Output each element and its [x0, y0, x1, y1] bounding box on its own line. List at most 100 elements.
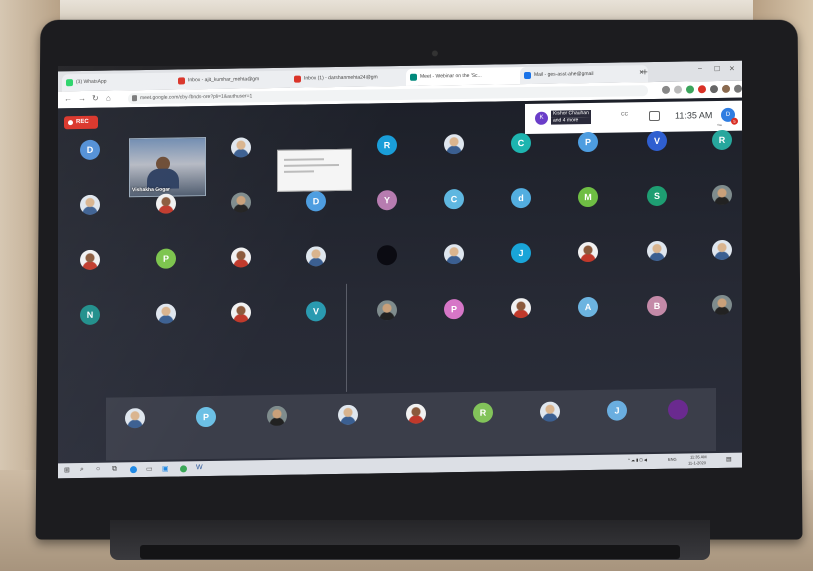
- minimize-icon[interactable]: –: [698, 65, 702, 72]
- participant-tile[interactable]: [156, 303, 176, 324]
- edge-icon[interactable]: [130, 466, 137, 474]
- address-bar-url: meet.google.com/cby-fbnds-ore?pli=1&auth…: [140, 93, 253, 102]
- screen-share-thumbnail[interactable]: [277, 148, 352, 192]
- cortana-icon[interactable]: ○: [96, 466, 100, 473]
- extension-icon[interactable]: [710, 85, 718, 94]
- participant-tile[interactable]: N: [80, 304, 100, 326]
- tab-mail[interactable]: Mail - ges-asst-ahe@gmail ✕: [520, 65, 648, 85]
- participant-tile[interactable]: [231, 192, 251, 213]
- close-window-icon[interactable]: ✕: [729, 65, 735, 73]
- participant-tile[interactable]: P: [444, 298, 464, 320]
- participant-tile[interactable]: Y: [377, 190, 397, 211]
- participants-more: and 4 more: [551, 117, 591, 125]
- participant-tile[interactable]: D: [306, 191, 326, 212]
- share-text-line: [284, 170, 314, 173]
- participant-tile[interactable]: [712, 294, 732, 316]
- participant-initial: D: [312, 196, 320, 207]
- participant-initial: R: [383, 140, 391, 151]
- participant-tile[interactable]: [80, 249, 100, 271]
- participant-initial: P: [162, 253, 169, 264]
- laptop-screen: (3) WhatsApp ✕ Inbox - ajit_kumhar_mehta…: [58, 60, 742, 479]
- maximize-icon[interactable]: ☐: [714, 65, 720, 73]
- participant-tile[interactable]: R: [712, 129, 732, 151]
- file-explorer-icon[interactable]: ▭: [146, 465, 153, 473]
- notification-icon[interactable]: ▤: [726, 456, 732, 463]
- participant-tile[interactable]: [511, 297, 531, 319]
- new-tab-button[interactable]: +: [642, 66, 648, 80]
- participant-tile[interactable]: C: [444, 188, 464, 210]
- participant-avatar[interactable]: K: [535, 111, 548, 125]
- participant-tile[interactable]: [712, 184, 732, 206]
- profile-icon[interactable]: [722, 84, 730, 93]
- participant-tile[interactable]: [712, 239, 732, 261]
- meet-icon: [410, 73, 417, 81]
- captions-icon[interactable]: CC: [621, 111, 628, 117]
- participant-tile[interactable]: [444, 133, 464, 155]
- participant-tile[interactable]: A: [578, 296, 598, 318]
- participant-initial: R: [718, 134, 726, 145]
- tab-label: Meet - Webinar on the 'Sc...: [420, 72, 482, 80]
- tab-label: Mail - ges-asst-ahe@gmail: [534, 70, 594, 78]
- taskbar-time[interactable]: 11:35 AM: [690, 454, 707, 459]
- participant-initial: B: [653, 300, 661, 312]
- participant-tile[interactable]: [80, 194, 100, 216]
- tray-icons[interactable]: ^ ☁ ▮ ⊡ ◀: [628, 457, 647, 462]
- participant-tile[interactable]: V: [647, 130, 667, 152]
- participant-initial: M: [584, 191, 592, 203]
- participants-summary[interactable]: Kishor Chauhan and 4 more: [551, 110, 591, 125]
- chat-icon[interactable]: [649, 110, 660, 122]
- participant-tile[interactable]: P: [156, 248, 176, 269]
- gmail-icon: [178, 77, 185, 85]
- participant-tile[interactable]: [377, 300, 397, 321]
- participant-tile[interactable]: [444, 243, 464, 265]
- participant-tile[interactable]: V: [306, 301, 326, 322]
- participant-tile[interactable]: R: [377, 135, 397, 156]
- participant-tile[interactable]: [231, 247, 251, 268]
- task-view-icon[interactable]: ⧉: [112, 465, 117, 473]
- search-icon[interactable]: ⌕: [80, 466, 84, 474]
- participant-tile[interactable]: S: [647, 185, 667, 207]
- video-tile[interactable]: Vishakha Gogar: [129, 137, 206, 198]
- tab-inbox-2[interactable]: Inbox (1) - darshanmehta24@gm ✕: [290, 68, 418, 88]
- camera-icon[interactable]: [662, 85, 670, 94]
- participant-initial: d: [518, 193, 524, 204]
- participant-initial: P: [584, 136, 591, 148]
- participant-tile[interactable]: M: [578, 186, 598, 208]
- extension-icon[interactable]: [686, 85, 694, 94]
- participant-tile[interactable]: d: [511, 187, 531, 209]
- language-indicator[interactable]: ENG: [668, 457, 677, 462]
- participant-initial: C: [517, 138, 525, 149]
- participant-tile[interactable]: J: [511, 242, 531, 264]
- tab-label: Inbox - ajit_kumhar_mehta@gm: [188, 76, 260, 84]
- participant-tile[interactable]: C: [511, 132, 531, 154]
- menu-icon[interactable]: [734, 84, 742, 93]
- participant-initial: R: [479, 407, 487, 418]
- taskbar-date[interactable]: 11-1-2020: [688, 460, 706, 465]
- participant-tile[interactable]: D: [80, 139, 100, 161]
- participant-tile[interactable]: [231, 137, 251, 158]
- participant-tile[interactable]: [306, 246, 326, 267]
- home-icon[interactable]: ⌂: [106, 94, 111, 103]
- store-icon[interactable]: ▣: [162, 465, 169, 473]
- share-text-line: [284, 158, 324, 161]
- reload-icon[interactable]: ↻: [92, 94, 99, 103]
- participant-tile[interactable]: [156, 193, 176, 214]
- star-icon[interactable]: [674, 85, 682, 94]
- grid-divider: [346, 283, 347, 392]
- tab-inbox-1[interactable]: Inbox - ajit_kumhar_mehta@gm ✕: [174, 70, 302, 90]
- windows-start-icon[interactable]: ⊞: [64, 466, 70, 474]
- participant-initial: V: [312, 306, 319, 317]
- participant-tile[interactable]: P: [578, 131, 598, 153]
- participant-tile[interactable]: [231, 302, 251, 323]
- back-icon[interactable]: ←: [64, 94, 72, 103]
- forward-icon[interactable]: →: [78, 94, 86, 103]
- extension-icon[interactable]: [698, 85, 706, 94]
- tab-meet[interactable]: Meet - Webinar on the 'Sc... ✕: [406, 66, 532, 86]
- participant-tile[interactable]: B: [647, 295, 667, 317]
- participant-tile[interactable]: [578, 241, 598, 263]
- word-icon[interactable]: W: [196, 464, 203, 471]
- chrome-icon[interactable]: [180, 465, 187, 473]
- participant-tile[interactable]: [377, 245, 397, 266]
- tab-whatsapp[interactable]: (3) WhatsApp ✕: [62, 72, 186, 92]
- participant-tile[interactable]: [647, 240, 667, 262]
